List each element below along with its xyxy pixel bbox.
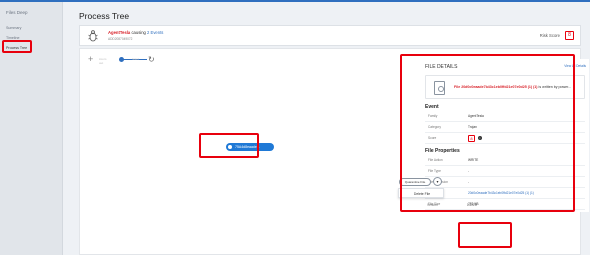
events-count-link[interactable]: 2 Events — [147, 30, 163, 35]
reset-label[interactable]: reset — [132, 57, 139, 61]
page-title: Process Tree — [79, 11, 130, 21]
highlight-box-details — [400, 54, 575, 212]
threat-summary: AgentTesla causing 2 Events — [108, 30, 163, 35]
threat-header-card: AgentTesla causing 2 Events ADD208704907… — [79, 25, 581, 46]
threat-name[interactable]: AgentTesla — [108, 30, 130, 35]
risk-score-badge: 8 — [565, 31, 574, 40]
zoom-out-label[interactable]: zoom out — [99, 57, 106, 65]
sidebar-title: Files Deep — [6, 10, 28, 15]
causing-text: causing — [131, 30, 146, 35]
refresh-icon[interactable]: ↻ — [148, 55, 155, 64]
highlight-box-sidebar — [2, 40, 32, 53]
highlight-box-node — [199, 133, 259, 158]
bug-icon — [88, 30, 98, 42]
zoom-in-icon[interactable]: + — [88, 55, 93, 64]
zoom-slider-knob[interactable] — [119, 57, 124, 62]
threat-id: ADD2087049072 — [108, 37, 133, 41]
sidebar-item-summary[interactable]: Summary — [6, 26, 21, 30]
risk-score-label: Risk Score — [539, 33, 560, 38]
highlight-box-actions — [458, 222, 512, 248]
